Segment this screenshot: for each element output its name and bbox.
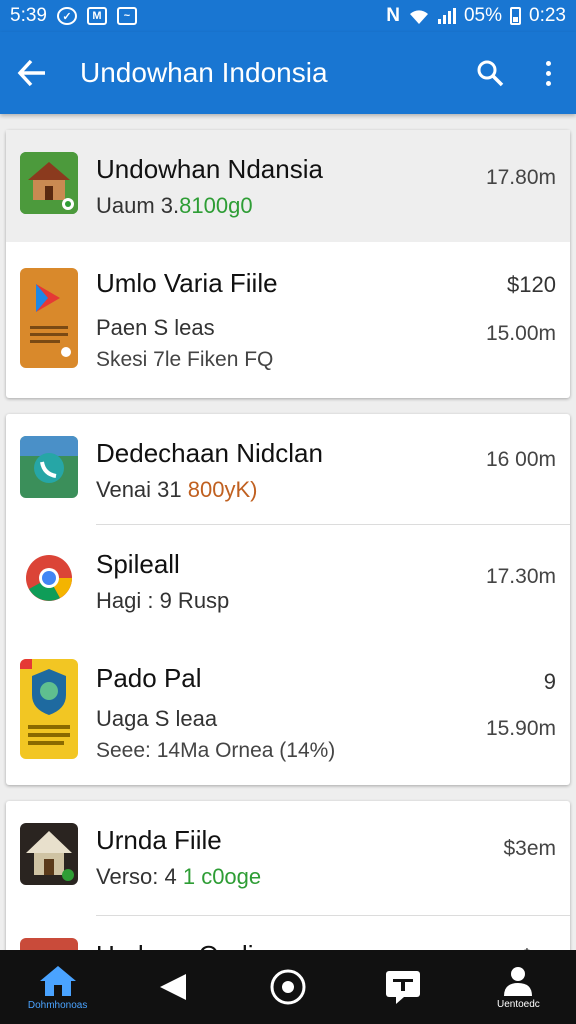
nav-recents[interactable] <box>346 950 461 1024</box>
item-title: Undawe Oudi... <box>96 940 556 950</box>
item-title: Umlo Varia Fiile <box>96 268 278 298</box>
sync-notification-icon: ✓ <box>56 7 77 25</box>
item-version: Venai 31 <box>96 477 182 502</box>
item-version: Hagi : 9 Rusp <box>96 588 230 613</box>
item-version-accent: 800yK) <box>187 477 258 502</box>
phone-app-icon <box>20 436 78 498</box>
item-details: Seee: 14Ma Ornea (14%) <box>96 739 336 762</box>
nav-back[interactable] <box>115 950 230 1024</box>
app-bar: Undowhan Indonsia <box>0 32 576 114</box>
list-item[interactable]: Pado Pal Uaga S leaa Seee: 14Ma Ornea (1… <box>6 641 570 785</box>
nav-home[interactable]: Dohmhonoas <box>0 950 115 1024</box>
item-version: Verso: 4 <box>96 864 177 889</box>
status-time: 0:23 <box>529 5 566 26</box>
overflow-menu-button[interactable] <box>520 32 576 114</box>
search-icon <box>477 60 504 87</box>
nav-home-label: Dohmhonoas <box>27 999 88 1011</box>
item-size: 15.90m <box>485 717 556 740</box>
list-item[interactable]: Undawe Oudi... $ ... <box>6 916 570 950</box>
item-size: 16 00m <box>485 448 556 471</box>
play-app-icon <box>20 268 78 368</box>
image-notification-icon: ~ <box>116 7 137 25</box>
list-item[interactable]: Dedechaan Nidclan Venai 31 800yK) 16 00m <box>6 414 570 524</box>
item-size: 15.00m <box>485 322 556 345</box>
nav-home-circle[interactable] <box>230 950 345 1024</box>
profile-icon <box>504 966 533 996</box>
file-card: Dedechaan Nidclan Venai 31 800yK) 16 00m… <box>6 414 570 785</box>
signal-icon <box>437 8 456 24</box>
battery-icon <box>510 7 522 25</box>
item-size: 17.80m <box>485 166 556 189</box>
nav-profile-label: Uentoedc <box>497 998 540 1010</box>
back-triangle-icon <box>159 974 186 1000</box>
item-price: $120 <box>507 272 556 297</box>
partial-app-icon <box>20 938 78 950</box>
status-time-left: 5:39 <box>10 5 47 26</box>
nfc-icon: N <box>386 5 400 26</box>
wifi-icon <box>409 10 428 24</box>
list-item[interactable]: Undowhan Ndansia Uaum 3.8100g0 17.80m <box>6 130 570 242</box>
house-app-icon <box>20 152 78 214</box>
file-list: Undowhan Ndansia Uaum 3.8100g0 17.80m Um… <box>0 114 576 950</box>
item-version-accent: 8100g0 <box>179 193 253 218</box>
list-item[interactable]: Umlo Varia Fiile Paen S leas Skesi 7le F… <box>6 242 570 398</box>
item-title: Urnda Fiile <box>96 825 222 855</box>
status-bar: 5:39 ✓ M ~ N 05% 0:23 <box>0 0 576 32</box>
recents-icon <box>386 971 421 1004</box>
back-button[interactable] <box>0 32 64 114</box>
item-price: 9 <box>543 669 556 694</box>
file-card: Undowhan Ndansia Uaum 3.8100g0 17.80m Um… <box>6 130 570 398</box>
chrome-icon <box>20 547 78 609</box>
item-title: Pado Pal <box>96 663 202 693</box>
mail-notification-icon: M <box>86 7 107 25</box>
more-vert-icon <box>545 60 551 66</box>
item-size: $3em <box>503 837 556 860</box>
battery-percent: 05% <box>463 5 503 26</box>
list-item[interactable]: Urnda Fiile Verso: 4 1 c0oge $3em <box>6 801 570 915</box>
shield-app-icon <box>20 659 78 759</box>
page-title: Undowhan Indonsia <box>80 57 328 88</box>
item-version: Uaum 3. <box>96 193 180 218</box>
search-button[interactable] <box>460 32 520 114</box>
arrow-back-icon <box>17 59 45 87</box>
item-details: Skesi 7le Fiken FQ <box>96 348 274 371</box>
navigation-bar: Dohmhonoas Uentoedc <box>0 950 576 1024</box>
nav-profile[interactable]: Uentoedc <box>461 950 576 1024</box>
item-version-accent: 1 c0oge <box>182 864 262 889</box>
item-size: 17.30m <box>485 565 556 588</box>
cabin-app-icon <box>20 823 78 885</box>
home-circle-icon <box>270 969 306 1005</box>
list-item[interactable]: Spileall Hagi : 9 Rusp 17.30m <box>6 525 570 641</box>
file-card: Urnda Fiile Verso: 4 1 c0oge $3em Undawe… <box>6 801 570 950</box>
home-icon <box>39 965 76 996</box>
